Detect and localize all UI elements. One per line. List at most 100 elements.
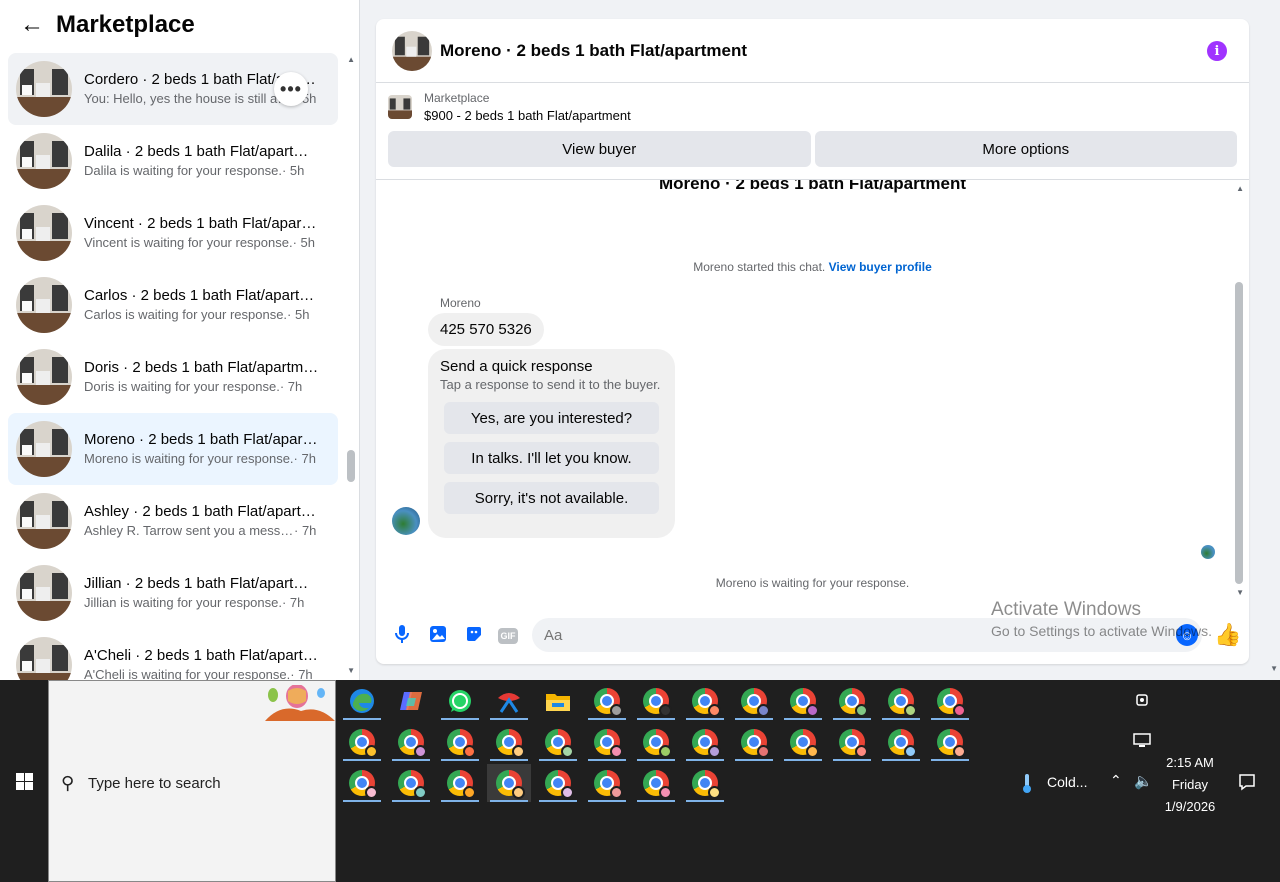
back-arrow-icon[interactable]: ← xyxy=(20,11,56,39)
chrome-profile-icon[interactable] xyxy=(683,723,727,761)
chrome-profile-icon[interactable] xyxy=(732,723,776,761)
listing-thumbnail xyxy=(16,205,72,261)
windows-taskbar: ⚲ Type here to search Cold... ⌃ 🔈 2:15 A… xyxy=(0,680,1280,882)
sidebar-header: ← Marketplace xyxy=(0,0,359,50)
quick-reply-interested-button[interactable]: Yes, are you interested? xyxy=(444,402,659,434)
scroll-up-arrow-icon[interactable]: ▲ xyxy=(1236,184,1244,193)
chrome-profile-icon[interactable] xyxy=(438,764,482,802)
sender-avatar xyxy=(392,507,420,535)
conversation-item[interactable]: Ashley · 2 beds 1 bath Flat/apartment As… xyxy=(8,485,338,557)
edge-icon[interactable] xyxy=(340,682,384,720)
network-icon[interactable] xyxy=(1133,733,1151,752)
conversation-item[interactable]: Jillian · 2 beds 1 bath Flat/apartment J… xyxy=(8,557,338,629)
weather-text[interactable]: Cold... xyxy=(1047,774,1087,790)
chrome-profile-icon[interactable] xyxy=(340,764,384,802)
scroll-down-arrow-icon[interactable]: ▼ xyxy=(1236,588,1244,597)
listing-thumbnail xyxy=(392,30,432,71)
chrome-profile-icon[interactable] xyxy=(585,764,629,802)
info-icon[interactable]: i xyxy=(1207,41,1227,61)
microphone-icon[interactable] xyxy=(390,622,414,646)
chrome-profile-icon[interactable] xyxy=(879,723,923,761)
chrome-profile-icon[interactable] xyxy=(928,723,972,761)
chat-started-line: Moreno started this chat. View buyer pro… xyxy=(376,260,1249,274)
conversation-name: Moreno · 2 beds 1 bath Flat/apartment xyxy=(84,431,320,448)
chrome-profile-icon[interactable] xyxy=(634,723,678,761)
chrome-profile-icon[interactable] xyxy=(879,682,923,720)
chrome-profile-icon[interactable] xyxy=(928,682,972,720)
conversation-more-button[interactable]: ••• xyxy=(274,72,308,106)
weather-thermometer-icon[interactable] xyxy=(1016,772,1038,797)
conversation-preview: Vincent is waiting for your response. xyxy=(84,235,293,250)
seen-avatar xyxy=(1201,545,1215,559)
windows-logo-icon xyxy=(15,772,33,790)
meet-now-icon[interactable] xyxy=(1135,692,1149,711)
chrome-profile-icon[interactable] xyxy=(781,723,825,761)
hot-air-balloons-icon[interactable] xyxy=(261,685,335,721)
chrome-profile-icon[interactable] xyxy=(585,682,629,720)
listing-thumbnail xyxy=(16,277,72,333)
message-input[interactable] xyxy=(532,618,1202,652)
conversation-preview: Jillian is waiting for your response. xyxy=(84,595,282,610)
page-scroll-down-icon[interactable]: ▼ xyxy=(1270,664,1278,673)
chat-started-text: Moreno started this chat. xyxy=(693,260,826,274)
listing-thumbnail xyxy=(16,133,72,189)
conversation-name: Ashley · 2 beds 1 bath Flat/apartment xyxy=(84,503,320,520)
thumbs-up-icon[interactable]: 👍 xyxy=(1214,622,1241,648)
chrome-profile-icon[interactable] xyxy=(487,723,531,761)
chrome-profile-icon[interactable] xyxy=(438,723,482,761)
chat-header: Moreno · 2 beds 1 bath Flat/apartment i xyxy=(376,19,1249,83)
chrome-profile-icon[interactable] xyxy=(340,723,384,761)
snipping-tool-icon[interactable] xyxy=(487,682,531,720)
conversation-item[interactable]: Doris · 2 beds 1 bath Flat/apartment Dor… xyxy=(8,341,338,413)
more-options-button[interactable]: More options xyxy=(814,131,1237,167)
chrome-profile-icon[interactable] xyxy=(536,764,580,802)
chrome-profile-icon[interactable] xyxy=(830,682,874,720)
message-thread: Moreno · 2 beds 1 bath Flat/apartment Mo… xyxy=(376,179,1249,601)
tray-chevron-up-icon[interactable]: ⌃ xyxy=(1110,772,1122,789)
scroll-up-arrow-icon[interactable]: ▲ xyxy=(347,55,355,64)
quick-reply-in-talks-button[interactable]: In talks. I'll let you know. xyxy=(444,442,659,474)
conversation-item[interactable]: A'Cheli · 2 beds 1 bath Flat/apartment A… xyxy=(8,629,338,680)
emoji-icon[interactable]: ☺ xyxy=(1176,624,1198,646)
chrome-profile-icon[interactable] xyxy=(781,682,825,720)
chrome-profile-icon[interactable] xyxy=(683,682,727,720)
conversation-item[interactable]: Vincent · 2 beds 1 bath Flat/apartment V… xyxy=(8,197,338,269)
chrome-profile-icon[interactable] xyxy=(634,764,678,802)
sender-name: Moreno xyxy=(440,296,481,310)
conversation-item-active[interactable]: Moreno · 2 beds 1 bath Flat/apartment Mo… xyxy=(8,413,338,485)
chrome-profile-icon-active[interactable] xyxy=(487,764,531,802)
thread-scrollbar[interactable] xyxy=(1235,282,1243,584)
conversation-name: A'Cheli · 2 beds 1 bath Flat/apartment xyxy=(84,647,320,664)
chrome-profile-icon[interactable] xyxy=(683,764,727,802)
whatsapp-icon[interactable] xyxy=(438,682,482,720)
conversation-item[interactable]: Dalila · 2 beds 1 bath Flat/apartment Da… xyxy=(8,125,338,197)
listing-summary[interactable]: Marketplace $900 - 2 beds 1 bath Flat/ap… xyxy=(376,83,1249,131)
gif-icon[interactable]: GIF xyxy=(498,628,518,644)
chrome-profile-icon[interactable] xyxy=(389,723,433,761)
conversation-item[interactable]: Carlos · 2 beds 1 bath Flat/apartment Ca… xyxy=(8,269,338,341)
search-placeholder: Type here to search xyxy=(88,775,221,792)
waiting-status: Moreno is waiting for your response. xyxy=(715,576,910,590)
sticker-icon[interactable] xyxy=(462,622,486,646)
conversation-name: Dalila · 2 beds 1 bath Flat/apartment xyxy=(84,143,320,160)
photo-icon[interactable] xyxy=(426,622,450,646)
notifications-icon[interactable] xyxy=(1238,773,1256,794)
scroll-down-arrow-icon[interactable]: ▼ xyxy=(347,666,355,675)
taskbar-clock[interactable]: 2:15 AM Friday 1/9/2026 xyxy=(1150,752,1230,818)
taskbar-search-box[interactable]: ⚲ Type here to search xyxy=(48,680,336,882)
quick-reply-not-available-button[interactable]: Sorry, it's not available. xyxy=(444,482,659,514)
chrome-profile-icon[interactable] xyxy=(389,764,433,802)
conversation-preview: You: Hello, yes the house is still avail… xyxy=(84,91,294,106)
chrome-profile-icon[interactable] xyxy=(585,723,629,761)
conversation-item[interactable]: Cordero · 2 beds 1 bath Flat/apartment Y… xyxy=(8,53,338,125)
view-buyer-profile-link[interactable]: View buyer profile xyxy=(829,260,932,274)
copilot-icon[interactable] xyxy=(389,682,433,720)
sidebar-scrollbar[interactable] xyxy=(347,450,355,482)
start-button[interactable] xyxy=(0,680,48,882)
chrome-profile-icon[interactable] xyxy=(634,682,678,720)
chrome-profile-icon[interactable] xyxy=(732,682,776,720)
chrome-profile-icon[interactable] xyxy=(536,723,580,761)
file-explorer-icon[interactable] xyxy=(536,682,580,720)
chrome-profile-icon[interactable] xyxy=(830,723,874,761)
view-buyer-button[interactable]: View buyer xyxy=(388,131,811,167)
